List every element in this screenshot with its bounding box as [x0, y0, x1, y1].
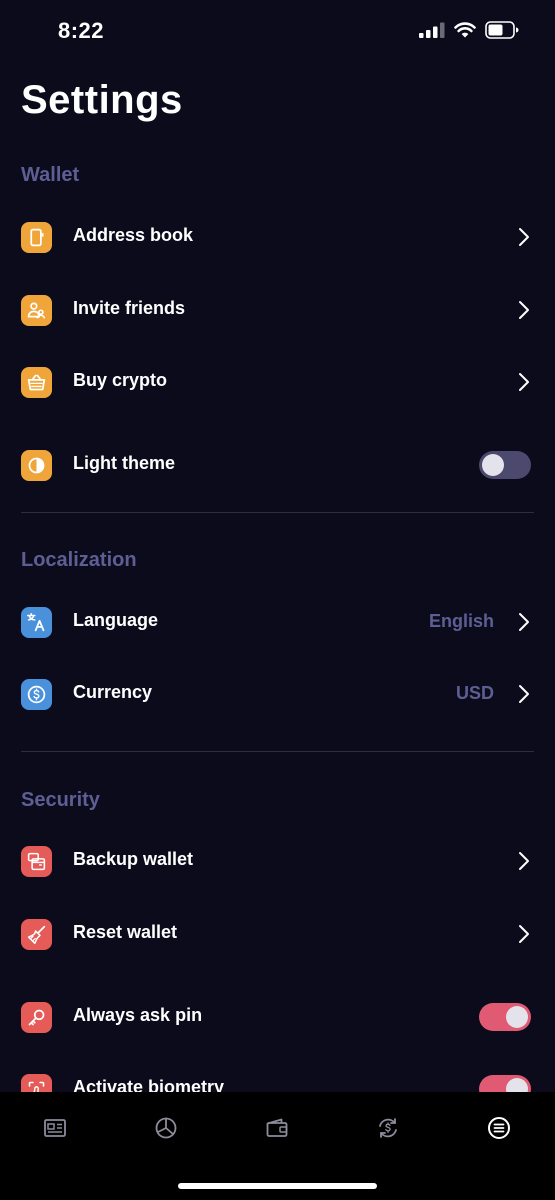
battery-icon [485, 21, 519, 39]
backup-icon [21, 846, 52, 877]
divider [21, 512, 534, 513]
tab-wallet[interactable] [257, 1108, 297, 1148]
language-icon [21, 607, 52, 638]
row-label: Backup wallet [73, 849, 194, 869]
light-theme-toggle[interactable] [479, 451, 531, 479]
settings-row-language[interactable]: Language English [0, 592, 555, 652]
section-label-localization: Localization [21, 549, 137, 571]
chevron-right-icon [519, 613, 529, 631]
row-label: Light theme [73, 453, 175, 473]
settings-row-buy-crypto[interactable]: Buy crypto [0, 352, 555, 412]
currency-icon [21, 679, 52, 710]
language-value: English [428, 611, 494, 631]
section-label-security: Security [21, 789, 100, 811]
settings-row-reset-wallet[interactable]: Reset wallet [0, 904, 555, 964]
tab-portfolio[interactable] [146, 1108, 186, 1148]
row-label: Buy crypto [73, 370, 168, 390]
status-time: 8:22 [58, 18, 105, 43]
row-label: Always ask pin [73, 1005, 203, 1025]
theme-icon [21, 450, 52, 481]
home-indicator [178, 1183, 377, 1189]
invite-friends-icon [21, 295, 52, 326]
divider [21, 751, 534, 752]
toggle-knob [506, 1006, 528, 1028]
row-label: Reset wallet [73, 922, 178, 942]
chevron-right-icon [519, 301, 529, 319]
chevron-right-icon [519, 228, 529, 246]
tab-exchange[interactable] [368, 1108, 408, 1148]
address-book-icon [21, 222, 52, 253]
chevron-right-icon [519, 685, 529, 703]
settings-row-light-theme: Light theme [0, 435, 555, 495]
status-icons [419, 21, 519, 39]
always-ask-pin-toggle[interactable] [479, 1003, 531, 1031]
settings-row-always-ask-pin: Always ask pin [0, 987, 555, 1047]
status-bar: 8:22 [0, 0, 555, 60]
row-label: Currency [73, 682, 153, 702]
currency-value: USD [455, 683, 494, 703]
portfolio-icon [155, 1117, 177, 1139]
chevron-right-icon [519, 925, 529, 943]
exchange-icon [379, 1118, 397, 1138]
settings-row-currency[interactable]: Currency USD [0, 664, 555, 724]
news-icon [44, 1119, 66, 1137]
wallet-icon [266, 1118, 288, 1137]
settings-row-address-book[interactable]: Address book [0, 207, 555, 267]
settings-row-backup-wallet[interactable]: Backup wallet [0, 831, 555, 891]
toggle-knob [482, 454, 504, 476]
settings-row-invite-friends[interactable]: Invite friends [0, 280, 555, 340]
wifi-icon [454, 22, 476, 38]
broom-icon [21, 919, 52, 950]
chevron-right-icon [519, 373, 529, 391]
section-label-wallet: Wallet [21, 164, 80, 186]
chevron-right-icon [519, 852, 529, 870]
key-icon [21, 1002, 52, 1033]
tab-menu[interactable] [479, 1108, 519, 1148]
signal-icon [419, 22, 445, 38]
page-title: Settings [21, 78, 183, 122]
row-label: Language [73, 610, 159, 630]
menu-icon [488, 1117, 510, 1139]
tab-news[interactable] [35, 1108, 75, 1148]
row-label: Invite friends [73, 298, 186, 318]
basket-icon [21, 367, 52, 398]
row-label: Address book [73, 225, 194, 245]
